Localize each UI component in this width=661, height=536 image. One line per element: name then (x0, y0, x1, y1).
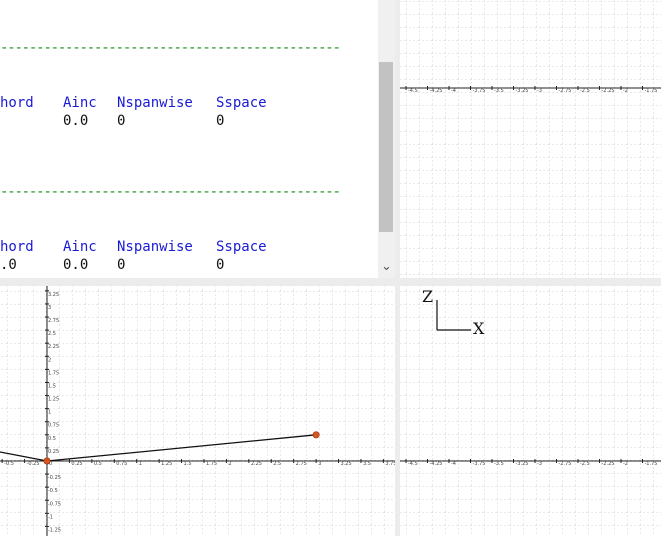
x-tick-label: 1.25 (161, 461, 172, 467)
editor-scrollbar[interactable]: ⌄ (378, 0, 395, 278)
x-tick-label: -3 (537, 88, 542, 94)
y-tick-label: -1 (48, 514, 53, 520)
x-tick-label: -3.75 (473, 461, 486, 467)
x-tick-label: -3 (537, 461, 542, 467)
y-tick-label: 1.75 (48, 370, 59, 376)
x-tick-label: 0.5 (94, 461, 102, 467)
separator-line: ----------------------------------------… (0, 184, 341, 200)
x-tick-label: -1.75 (645, 88, 658, 94)
header-ainc: Ainc (63, 239, 97, 255)
header-nspanwise: Nspanwise (117, 95, 193, 111)
y-tick-label: 1.25 (48, 397, 59, 403)
x-tick-label: 2.75 (296, 461, 307, 467)
x-tick-label: 1.75 (206, 461, 217, 467)
value-nspanwise: 0 (117, 113, 126, 129)
front-view-canvas[interactable]: -4.5 -4.25 -4 -3.75 -3.5 -3.25 -3 -2.75 -2.5 -2.2… (400, 286, 661, 536)
scrollbar-thumb[interactable] (379, 62, 393, 232)
x-tick-label: -2 (623, 461, 628, 467)
horizontal-splitter[interactable] (0, 278, 661, 286)
y-tick-label: 2 (48, 357, 51, 363)
x-tick-label: -4 (451, 88, 456, 94)
x-tick-label: 3.5 (363, 461, 371, 467)
x-tick-label: -2.75 (559, 88, 572, 94)
x-tick-label: 2.5 (273, 461, 281, 467)
header-sspace: Sspace (216, 95, 267, 111)
x-tick-label: -2.25 (602, 461, 615, 467)
x-tick-label: 3 (318, 461, 321, 467)
y-tick-label: -0.75 (48, 501, 61, 507)
y-tick-label: 2.5 (48, 331, 56, 337)
x-tick-label: 0.25 (71, 461, 82, 467)
y-tick-label: 2.25 (48, 344, 59, 350)
x-tick-label: 2.25 (251, 461, 262, 467)
y-tick-label: 2.75 (48, 318, 59, 324)
x-tick-label: -0.5 (4, 461, 14, 467)
header-chord: hord (0, 95, 34, 111)
section-point[interactable] (312, 431, 320, 439)
y-tick-label: -0.25 (48, 475, 61, 481)
x-tick-label: -2.5 (580, 461, 590, 467)
section-point[interactable] (43, 457, 51, 465)
x-tick-label: -4.5 (408, 461, 418, 467)
x-tick-label: -4.5 (408, 88, 418, 94)
y-tick-label: 0.75 (48, 423, 59, 429)
axis-label-z: Z (422, 287, 433, 306)
x-tick-label: -2.5 (580, 88, 590, 94)
x-tick-label: -3.5 (494, 461, 504, 467)
header-ainc: Ainc (63, 95, 97, 111)
input-editor[interactable]: ----------------------------------------… (0, 0, 378, 278)
x-tick-label: 1.5 (184, 461, 192, 467)
y-tick-label: 3.25 (48, 292, 59, 298)
header-sspace: Sspace (216, 239, 267, 255)
x-tick-label: 3.75 (385, 461, 395, 467)
value-ainc: 0.0 (63, 113, 89, 129)
x-tick-label: -3.5 (494, 88, 504, 94)
y-tick-label: 3 (48, 305, 51, 311)
y-tick-label: 0.25 (48, 449, 59, 455)
x-tick-label: -3.25 (516, 461, 529, 467)
top-view-canvas[interactable]: -4.5 -4.25 -4 -3.75 -3.5 -3.25 -3 -2.75 -2.5 -2.2… (400, 0, 661, 278)
x-tick-label: -1.75 (645, 461, 658, 467)
value-chord: .0 (0, 257, 17, 273)
separator-line: ----------------------------------------… (0, 40, 341, 56)
scroll-down-arrow-icon[interactable]: ⌄ (378, 258, 395, 276)
x-tick-label: 1 (139, 461, 142, 467)
value-nspanwise: 0 (117, 257, 126, 273)
x-tick-label: -2 (623, 88, 628, 94)
value-sspace: 0 (216, 113, 225, 129)
x-tick-label: -3.75 (473, 88, 486, 94)
top-view-svg: -4.5 -4.25 -4 -3.75 -3.5 -3.25 -3 -2.75 -2.5 -2.2… (400, 0, 661, 278)
y-tick-label: 1.5 (48, 383, 56, 389)
x-tick-label: -4.25 (430, 461, 443, 467)
header-chord: hord (0, 239, 34, 255)
side-view-canvas[interactable]: -0.5 -0.25 0 0.25 0.5 0.75 1 1.25 1.5 1.75 2 2.25 2.… (0, 286, 395, 536)
value-ainc: 0.0 (63, 257, 89, 273)
x-tick-label: 2 (228, 461, 231, 467)
y-tick-label: -0.5 (48, 488, 58, 494)
y-tick-label: 1 (48, 410, 51, 416)
y-tick-label: -1.25 (48, 527, 61, 533)
x-tick-label: 3.25 (341, 461, 352, 467)
x-tick-label: 0.75 (116, 461, 127, 467)
y-tick-label: 0.5 (48, 436, 56, 442)
axis-label-x: X (473, 319, 485, 338)
x-tick-label: -2.25 (602, 88, 615, 94)
header-nspanwise: Nspanwise (117, 239, 193, 255)
value-sspace: 0 (216, 257, 225, 273)
x-tick-label: -0.25 (27, 461, 40, 467)
side-view-svg: -0.5 -0.25 0 0.25 0.5 0.75 1 1.25 1.5 1.75 2 2.25 2.… (0, 286, 395, 536)
x-tick-label: -3.25 (516, 88, 529, 94)
x-tick-label: -4.25 (430, 88, 443, 94)
front-view-svg: -4.5 -4.25 -4 -3.75 -3.5 -3.25 -3 -2.75 -2.5 -2.2… (400, 286, 661, 536)
x-tick-label: -2.75 (559, 461, 572, 467)
x-tick-label: -4 (451, 461, 456, 467)
